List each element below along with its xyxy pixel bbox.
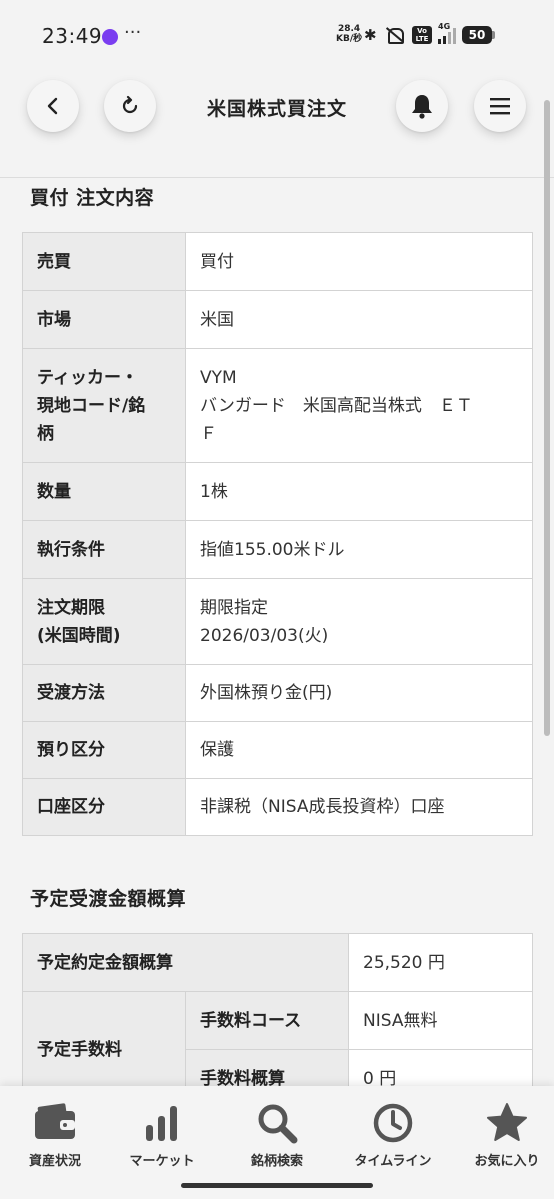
- row-value: 期限指定 2026/03/03(火): [185, 578, 533, 665]
- table-row: 預り区分 保護: [22, 721, 533, 779]
- nav-item-favorites[interactable]: お気に入り: [452, 1100, 554, 1169]
- table-row: 市場 米国: [22, 290, 533, 349]
- nav-label-assets: 資産状況: [28, 1154, 81, 1169]
- home-indicator[interactable]: [181, 1183, 373, 1188]
- fee-course-value: NISA無料: [348, 991, 533, 1050]
- nav-label-market: マーケット: [129, 1154, 195, 1169]
- table-row: 予定約定金額概算 25,520 円: [22, 933, 533, 992]
- nav-label-favorites: お気に入り: [474, 1154, 540, 1169]
- nav-label-timeline: タイムライン: [354, 1154, 432, 1169]
- bell-icon: [412, 95, 432, 119]
- row-label: 預り区分: [22, 721, 186, 779]
- table-row: 受渡方法 外国株預り金(円): [22, 664, 533, 722]
- contract-amount-value: 25,520 円: [348, 933, 533, 992]
- nav-item-assets[interactable]: 資産状況: [0, 1100, 110, 1169]
- row-label: 口座区分: [22, 778, 186, 836]
- hamburger-menu-icon: [490, 98, 510, 115]
- nav-item-search[interactable]: 銘柄検索: [222, 1100, 332, 1169]
- bluetooth-icon: ✱: [364, 26, 377, 44]
- row-label: 売買: [22, 232, 186, 291]
- nav-item-market[interactable]: マーケット: [107, 1100, 217, 1169]
- table-row: ティッカー・ 現地コード/銘 柄 VYM バンガード 米国高配当株式 ＥＴ Ｆ: [22, 348, 533, 463]
- nav-label-search: 銘柄検索: [250, 1154, 303, 1169]
- mute-icon: [384, 26, 406, 44]
- star-icon: [487, 1103, 527, 1141]
- more-notifications-indicator: ···: [124, 22, 142, 43]
- table-row: 数量 1株: [22, 462, 533, 521]
- order-details-table: 売買 買付 市場 米国 ティッカー・ 現地コード/銘 柄 VYM バンガード 米…: [22, 232, 533, 836]
- row-value: 外国株預り金(円): [185, 664, 533, 722]
- row-label: ティッカー・ 現地コード/銘 柄: [22, 348, 186, 463]
- table-row: 口座区分 非課税（NISA成長投資枠）口座: [22, 778, 533, 836]
- clock-icon: [373, 1103, 413, 1143]
- table-row: 注文期限 (米国時間) 期限指定 2026/03/03(火): [22, 578, 533, 665]
- status-icons: ✱ Vo LTE 4G 50: [364, 22, 495, 44]
- network-speed-unit: KB/秒: [336, 34, 363, 44]
- row-value: 保護: [185, 721, 533, 779]
- row-value: 米国: [185, 290, 533, 349]
- notification-button[interactable]: [396, 80, 448, 132]
- row-label: 執行条件: [22, 520, 186, 579]
- fee-course-label: 手数料コース: [185, 991, 349, 1050]
- contract-amount-label: 予定約定金額概算: [22, 933, 349, 992]
- status-time: 23:49: [42, 24, 103, 48]
- bar-chart-icon: [146, 1106, 177, 1141]
- page-title: 米国株式買注文: [206, 98, 347, 120]
- row-label: 注文期限 (米国時間): [22, 578, 186, 665]
- amount-estimate-table: 予定約定金額概算 25,520 円 予定手数料 手数料コース NISA無料 手数…: [22, 933, 533, 1108]
- network-speed-value: 28.4: [337, 24, 361, 34]
- volte-icon: Vo LTE: [412, 26, 432, 44]
- search-icon: [258, 1104, 298, 1144]
- wallet-icon: [35, 1103, 75, 1139]
- row-label: 市場: [22, 290, 186, 349]
- row-label: 数量: [22, 462, 186, 521]
- amount-section-title: 予定受渡金額概算: [30, 888, 187, 910]
- table-row: 執行条件 指値155.00米ドル: [22, 520, 533, 579]
- network-speed: 28.4 KB/秒: [336, 24, 362, 44]
- row-value: 指値155.00米ドル: [185, 520, 533, 579]
- row-value: 1株: [185, 462, 533, 521]
- app-header: 米国株式買注文: [0, 70, 554, 178]
- row-value: 非課税（NISA成長投資枠）口座: [185, 778, 533, 836]
- menu-button[interactable]: [474, 80, 526, 132]
- row-label: 受渡方法: [22, 664, 186, 722]
- row-value: 買付: [185, 232, 533, 291]
- status-bar: 23:49 ··· 28.4 KB/秒 ✱ Vo LTE 4G 50: [0, 0, 554, 70]
- nav-item-timeline[interactable]: タイムライン: [338, 1100, 448, 1169]
- app-notification-icon: [102, 29, 118, 45]
- table-row: 売買 買付: [22, 232, 533, 291]
- network-type: 4G: [438, 22, 451, 31]
- row-value: VYM バンガード 米国高配当株式 ＥＴ Ｆ: [185, 348, 533, 463]
- order-section-title: 買付 注文内容: [30, 187, 155, 209]
- scrollbar[interactable]: [544, 100, 550, 736]
- table-row: 予定手数料 手数料コース NISA無料: [22, 991, 533, 1108]
- signal-icon: 4G: [438, 22, 456, 44]
- battery-icon: 50: [462, 26, 495, 44]
